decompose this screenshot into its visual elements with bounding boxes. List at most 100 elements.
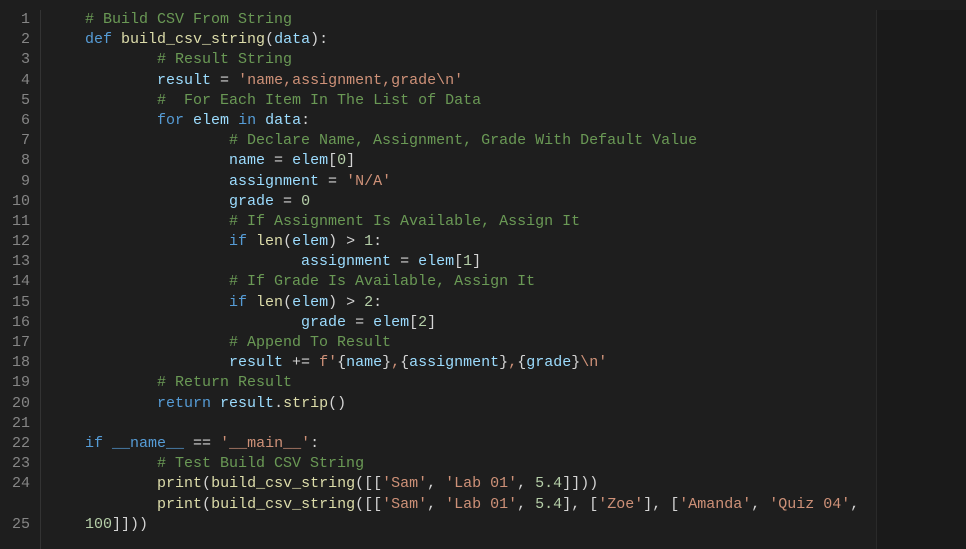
token: ([[ — [355, 475, 382, 492]
token: = — [211, 72, 238, 89]
line-number: 21 — [0, 414, 30, 434]
token: 5.4 — [535, 496, 562, 513]
token: data — [265, 112, 301, 129]
code-line[interactable]: grade = 0 — [49, 192, 876, 212]
token: name — [346, 354, 382, 371]
token: } — [571, 354, 580, 371]
token: strip — [283, 395, 328, 412]
token: ( — [283, 233, 292, 250]
code-line[interactable]: assignment = elem[1] — [49, 252, 876, 272]
code-line[interactable]: # Return Result — [49, 373, 876, 393]
line-number — [0, 495, 30, 515]
line-number: 5 — [0, 91, 30, 111]
code-line[interactable]: # If Grade Is Available, Assign It — [49, 272, 876, 292]
token: 'Quiz 04' — [769, 496, 850, 513]
code-line[interactable]: return result.strip() — [49, 394, 876, 414]
code-area[interactable]: # Build CSV From String def build_csv_st… — [40, 10, 876, 549]
token: if — [229, 294, 256, 311]
token: elem — [373, 314, 409, 331]
token: ( — [265, 31, 274, 48]
token: '__main__' — [220, 435, 310, 452]
token: } — [499, 354, 508, 371]
line-number: 18 — [0, 353, 30, 373]
token: grade — [301, 314, 346, 331]
token: \n' — [580, 354, 607, 371]
token: [ — [328, 152, 337, 169]
token: 2 — [364, 294, 373, 311]
token — [49, 112, 157, 129]
token: ], [ — [643, 496, 679, 513]
token: 0 — [337, 152, 346, 169]
token — [49, 294, 229, 311]
code-line[interactable]: grade = elem[2] — [49, 313, 876, 333]
token: return — [157, 395, 220, 412]
code-line[interactable]: assignment = 'N/A' — [49, 172, 876, 192]
token: 0 — [301, 193, 310, 210]
token: } — [382, 354, 391, 371]
token — [49, 213, 229, 230]
code-line[interactable]: # For Each Item In The List of Data — [49, 91, 876, 111]
token: ] — [472, 253, 481, 270]
token: # Result String — [157, 51, 292, 68]
token: { — [400, 354, 409, 371]
token: = — [265, 152, 292, 169]
token: , — [427, 496, 445, 513]
token: # For Each Item In The List of Data — [157, 92, 481, 109]
code-line[interactable]: result = 'name,assignment,grade\n' — [49, 71, 876, 91]
token: 'name,assignment,grade\n' — [238, 72, 463, 89]
token: if — [85, 435, 112, 452]
token — [49, 314, 301, 331]
token: 2 — [418, 314, 427, 331]
code-line[interactable]: # If Assignment Is Available, Assign It — [49, 212, 876, 232]
token: name — [229, 152, 265, 169]
code-line[interactable]: # Declare Name, Assignment, Grade With D… — [49, 131, 876, 151]
code-line[interactable]: for elem in data: — [49, 111, 876, 131]
token: , — [751, 496, 769, 513]
code-line[interactable]: if len(elem) > 2: — [49, 293, 876, 313]
token — [49, 253, 301, 270]
code-line[interactable]: 100]])) — [49, 515, 876, 535]
token: in — [229, 112, 265, 129]
token — [49, 11, 85, 28]
code-line[interactable]: # Test Build CSV String — [49, 454, 876, 474]
token: print — [157, 475, 202, 492]
token: , — [850, 496, 868, 513]
token: 'Lab 01' — [445, 496, 517, 513]
line-number: 23 — [0, 454, 30, 474]
code-line[interactable]: def build_csv_string(data): — [49, 30, 876, 50]
code-line[interactable]: # Append To Result — [49, 333, 876, 353]
line-number: 3 — [0, 50, 30, 70]
token: # Append To Result — [229, 334, 391, 351]
token: : — [310, 435, 319, 452]
token: elem — [292, 294, 328, 311]
code-line[interactable]: name = elem[0] — [49, 151, 876, 171]
code-line[interactable] — [49, 414, 876, 434]
token — [49, 92, 157, 109]
token: , — [391, 354, 400, 371]
line-number-gutter: 1234567891011121314151617181920212223242… — [0, 10, 40, 549]
token — [49, 273, 229, 290]
code-line[interactable]: if __name__ == '__main__': — [49, 434, 876, 454]
code-line[interactable]: print(build_csv_string([['Sam', 'Lab 01'… — [49, 474, 876, 494]
token: assignment — [301, 253, 391, 270]
token: assignment — [229, 173, 319, 190]
token: , — [427, 475, 445, 492]
token: = — [391, 253, 418, 270]
token: { — [337, 354, 346, 371]
token — [49, 233, 229, 250]
token — [49, 193, 229, 210]
code-line[interactable]: result += f'{name},{assignment},{grade}\… — [49, 353, 876, 373]
code-line[interactable]: # Result String — [49, 50, 876, 70]
token: result — [157, 72, 211, 89]
code-editor[interactable]: 1234567891011121314151617181920212223242… — [0, 0, 966, 549]
code-line[interactable]: # Build CSV From String — [49, 10, 876, 30]
token: elem — [193, 112, 229, 129]
token: 'Sam' — [382, 496, 427, 513]
code-line[interactable]: print(build_csv_string([['Sam', 'Lab 01'… — [49, 495, 876, 515]
line-number: 8 — [0, 151, 30, 171]
token: = — [319, 173, 346, 190]
token: # If Assignment Is Available, Assign It — [229, 213, 580, 230]
token — [49, 72, 157, 89]
token — [49, 496, 157, 513]
code-line[interactable]: if len(elem) > 1: — [49, 232, 876, 252]
